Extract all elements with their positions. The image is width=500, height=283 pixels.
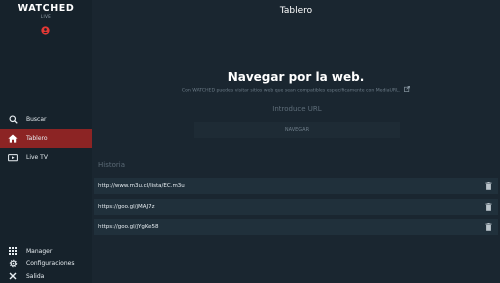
history-url: https://goo.gl/jYgKe58 — [98, 224, 159, 230]
sidebar-item-manager[interactable]: Manager — [0, 245, 92, 258]
main-nav: Buscar Tablero Live TV — [0, 110, 92, 167]
close-icon — [7, 270, 19, 282]
user-circle-icon[interactable] — [41, 20, 50, 35]
main-content: Tablero Navegar por la web. Con WATCHED … — [92, 0, 500, 283]
headline: Navegar por la web. — [227, 70, 365, 84]
sidebar-item-label: Configuraciones — [26, 260, 75, 268]
sidebar-item-configuraciones[interactable]: Configuraciones — [0, 258, 92, 271]
history-list: http://www.m3u.cl/lista/EC.m3u https://g… — [94, 178, 498, 240]
page-title: Tablero — [279, 6, 313, 16]
subline: Con WATCHED puedes visitar sitios web qu… — [92, 86, 500, 94]
history-url: http://www.m3u.cl/lista/EC.m3u — [98, 183, 185, 189]
logo-subtitle: LIVE — [40, 14, 52, 19]
logo-title: WATCHED — [17, 3, 75, 14]
bottom-nav: Manager Configuraciones Salida — [0, 245, 92, 283]
url-input[interactable] — [194, 103, 400, 115]
history-item[interactable]: https://goo.gl/jYgKe58 — [94, 219, 498, 235]
tv-icon — [7, 152, 19, 164]
trash-icon[interactable] — [485, 182, 492, 190]
grid-icon — [7, 245, 19, 257]
subline-text: Con WATCHED puedes visitar sitios web qu… — [181, 88, 401, 94]
history-item[interactable]: https://goo.gl/jMAJ7z — [94, 198, 498, 215]
home-icon — [7, 133, 19, 145]
sidebar-item-buscar[interactable]: Buscar — [0, 110, 92, 129]
logo: WATCHED LIVE — [0, 3, 92, 20]
history-item[interactable]: http://www.m3u.cl/lista/EC.m3u — [94, 178, 498, 194]
sidebar-item-label: Manager — [26, 247, 53, 255]
history-title: Historia — [98, 161, 125, 169]
external-link-icon[interactable] — [404, 86, 411, 94]
history-url: https://goo.gl/jMAJ7z — [98, 203, 155, 210]
gear-icon — [7, 258, 19, 270]
navigate-button[interactable]: NAVEGAR — [194, 122, 400, 138]
trash-icon[interactable] — [485, 202, 492, 211]
sidebar-item-tablero[interactable]: Tablero — [0, 129, 92, 148]
sidebar-item-live-tv[interactable]: Live TV — [0, 148, 92, 167]
sidebar-item-label: Buscar — [26, 116, 47, 123]
sidebar: WATCHED LIVE Buscar Tablero Live TV Mana… — [0, 0, 92, 283]
search-icon — [7, 114, 19, 126]
sidebar-item-label: Live TV — [26, 154, 48, 161]
sidebar-item-label: Tablero — [26, 135, 48, 142]
sidebar-item-label: Salida — [26, 272, 45, 280]
app-window: WATCHED LIVE Buscar Tablero Live TV Mana… — [0, 0, 500, 283]
trash-icon[interactable] — [485, 223, 492, 231]
sidebar-item-salida[interactable]: Salida — [0, 270, 92, 283]
